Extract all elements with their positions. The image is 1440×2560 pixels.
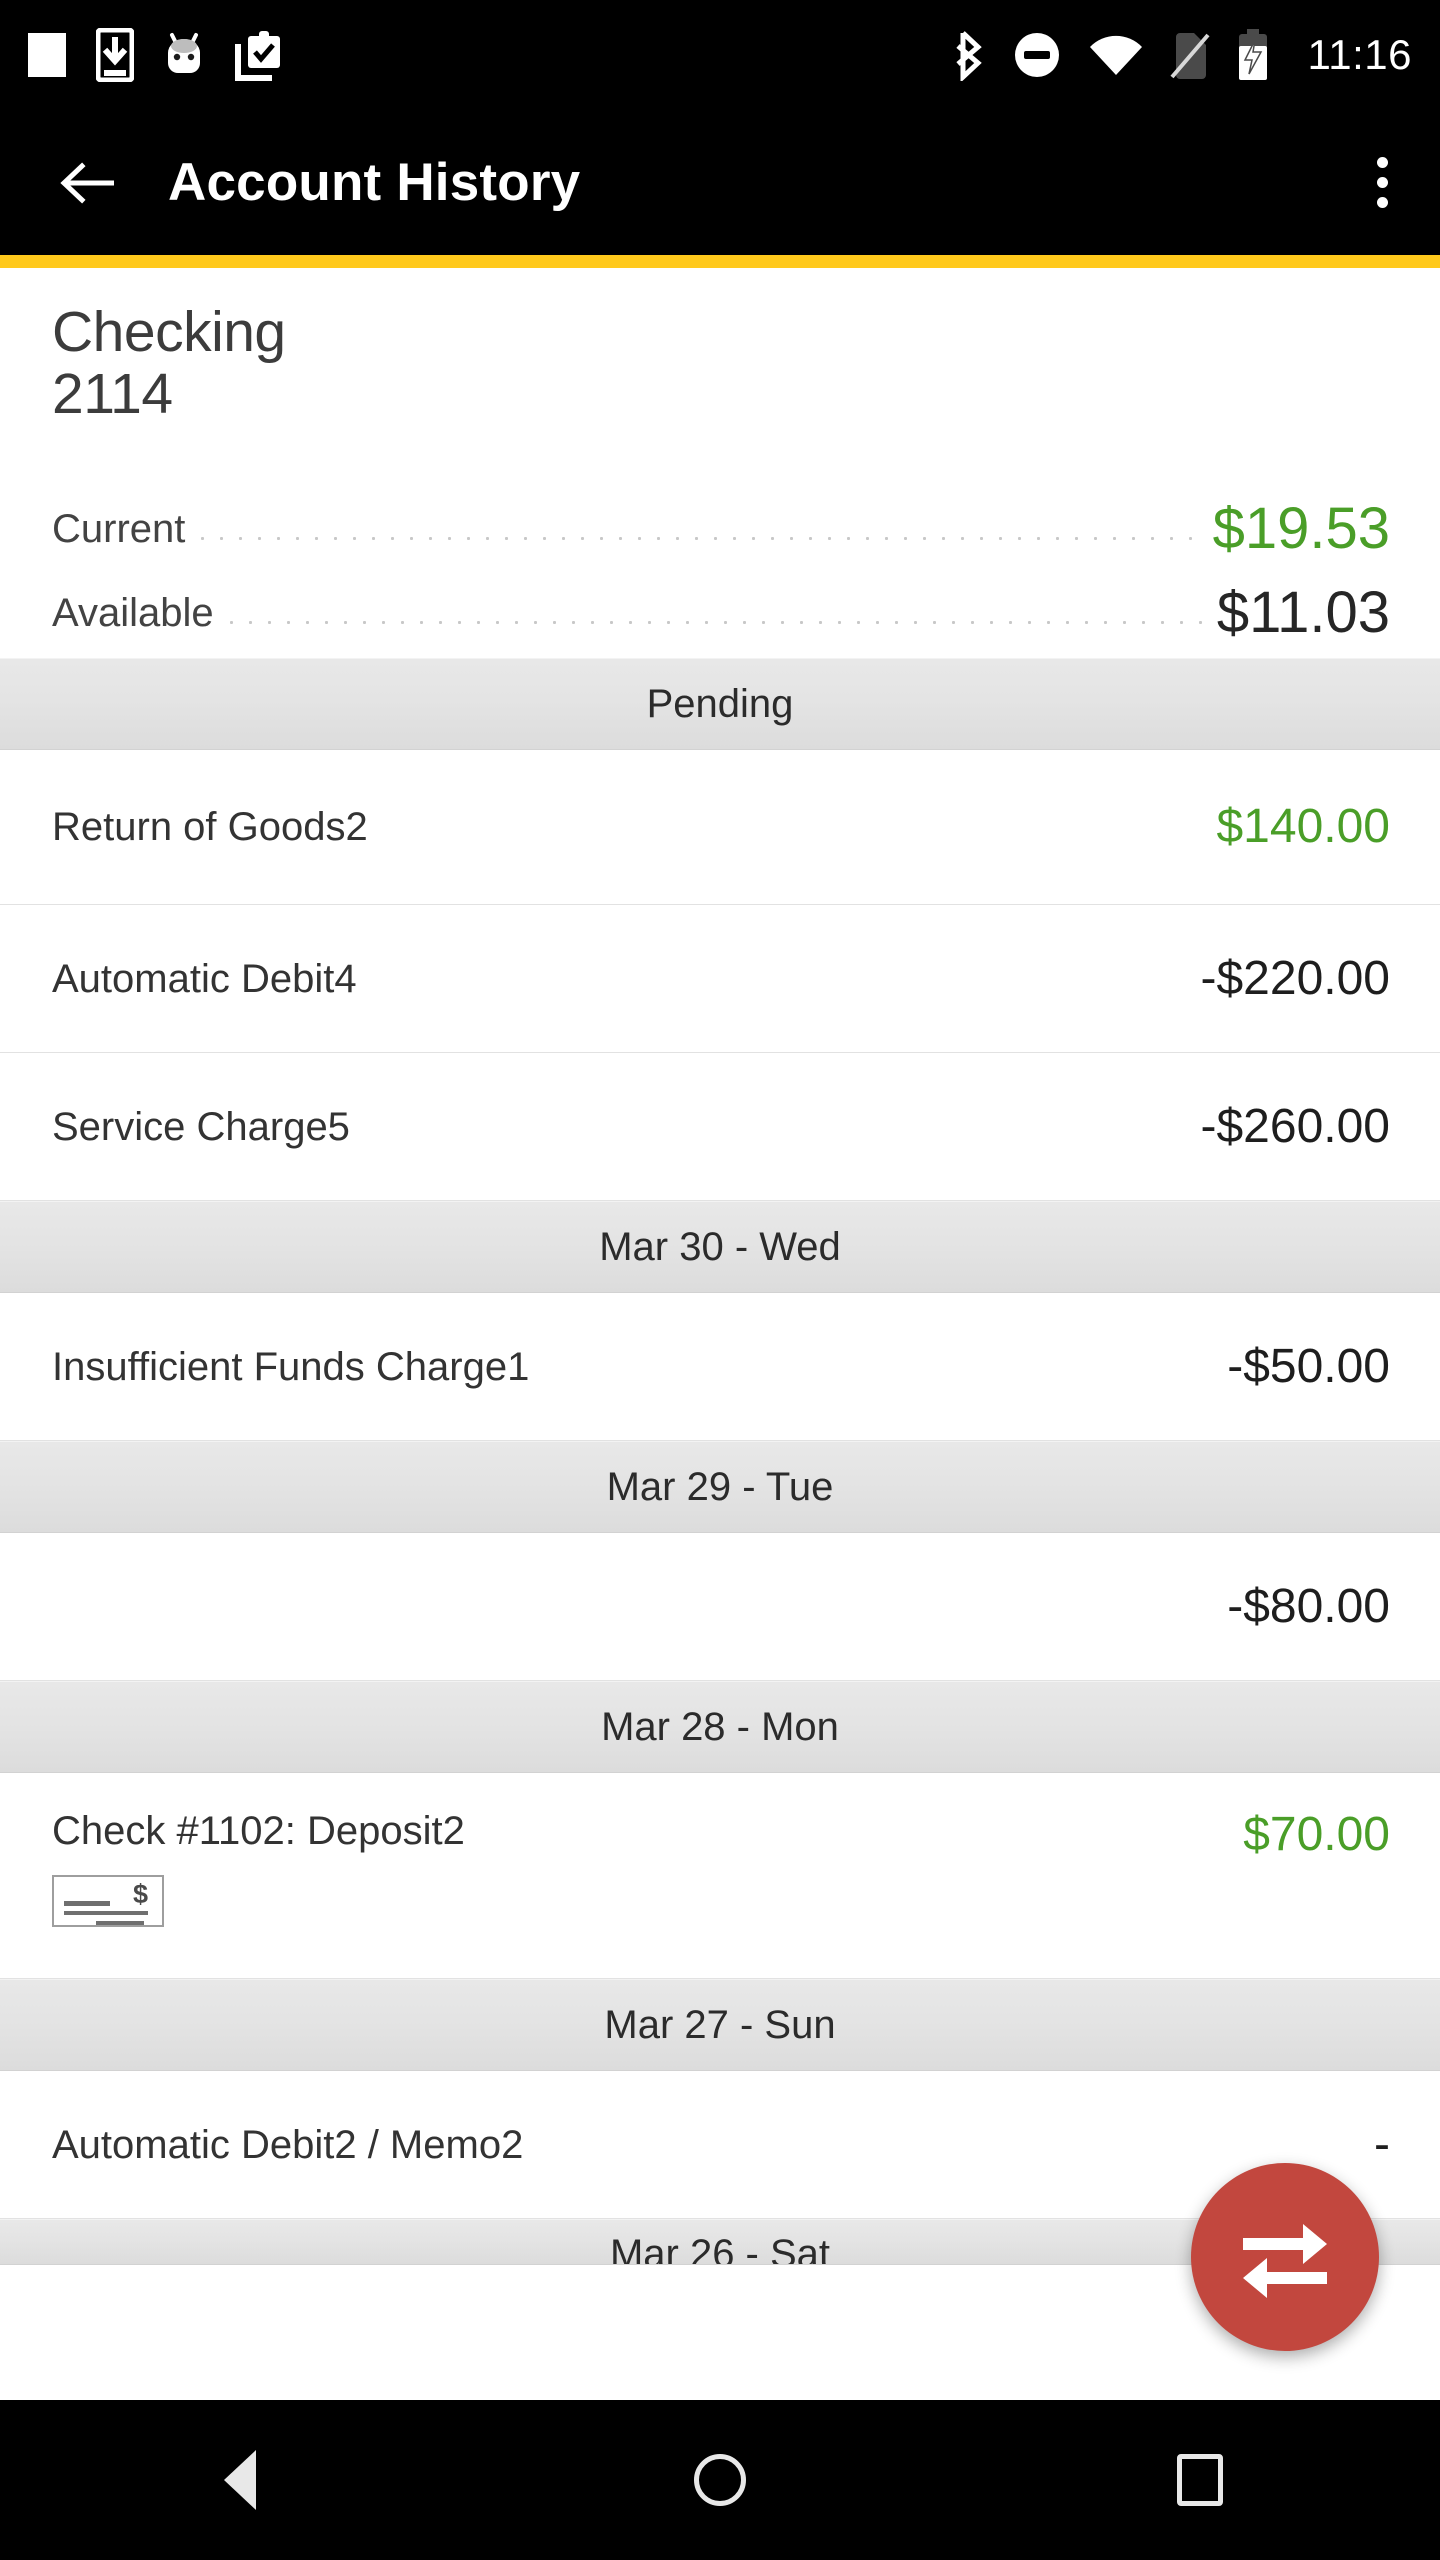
status-bar-system-icons: 11:16 [952, 28, 1413, 82]
balance-amount-available: $11.03 [1216, 580, 1390, 646]
balance-row-available: Available $11.03 [52, 558, 1390, 646]
balance-amount-current: $19.53 [1212, 496, 1390, 562]
dotted-leader [221, 612, 1209, 643]
transaction-amount: -$50.00 [1227, 1339, 1390, 1393]
transfer-arrows-icon [1237, 2216, 1333, 2298]
balance-label-current: Current [52, 507, 186, 552]
check-dollar-symbol: $ [132, 1879, 148, 1910]
check-line [64, 1911, 148, 1916]
back-nav-button[interactable] [140, 2400, 340, 2560]
check-image-icon[interactable]: $ [52, 1875, 164, 1928]
status-bar: 11:16 [0, 0, 1440, 110]
bluetooth-icon [952, 29, 986, 81]
page-title: Account History [168, 153, 581, 212]
overflow-menu-icon[interactable] [1361, 139, 1404, 226]
overflow-dot [1377, 157, 1388, 168]
accent-bar [0, 255, 1440, 268]
overflow-dot [1377, 197, 1388, 208]
section-header-label: Mar 30 - Wed [599, 1224, 841, 1269]
table-row[interactable]: Check #1102: Deposit2 $ $70.00 [0, 1773, 1440, 1980]
check-line [96, 1921, 144, 1926]
status-bar-clock: 11:16 [1307, 31, 1412, 78]
transaction-description: Return of Goods2 [52, 805, 368, 850]
section-header-label: Mar 28 - Mon [601, 1704, 839, 1749]
account-summary-card[interactable]: Checking 2114 Current $19.53 Available $… [0, 268, 1440, 659]
system-navigation-bar [0, 2400, 1440, 2560]
status-bar-notification-icons [26, 28, 284, 82]
transaction-amount: -$260.00 [1200, 1099, 1391, 1153]
transaction-amount: - [1374, 2117, 1390, 2171]
balance-label-available: Available [52, 591, 214, 636]
transaction-amount: $140.00 [1216, 800, 1390, 854]
phone-screen: 11:16 Account History Checking 2114 Curr… [0, 0, 1440, 2560]
wifi-icon [1088, 33, 1144, 77]
android-head-icon [160, 29, 208, 81]
table-row[interactable]: Automatic Debit4 -$220.00 [0, 905, 1440, 1054]
transaction-amount: $70.00 [1243, 1808, 1390, 1862]
back-arrow-icon[interactable] [50, 151, 124, 215]
balance-row-current: Current $19.53 [52, 470, 1390, 562]
no-sim-icon [1169, 29, 1210, 81]
download-to-phone-icon [96, 28, 134, 82]
recents-nav-button[interactable] [1100, 2400, 1300, 2560]
clipboard-check-icon [234, 28, 284, 82]
transaction-description: Service Charge5 [52, 1104, 350, 1149]
do-not-disturb-icon [1012, 30, 1062, 80]
table-row[interactable]: Insufficient Funds Charge1 -$50.00 [0, 1293, 1440, 1442]
table-row[interactable]: Service Charge5 -$260.00 [0, 1053, 1440, 1202]
transaction-amount: -$80.00 [1227, 1579, 1390, 1633]
transaction-description: Automatic Debit2 / Memo2 [52, 2122, 524, 2167]
section-header-label: Pending [646, 681, 794, 726]
square-recents-icon [1177, 2454, 1223, 2506]
overflow-dot [1377, 177, 1388, 188]
table-row[interactable]: Return of Goods2 $140.00 [0, 750, 1440, 906]
triangle-back-icon [224, 2450, 256, 2510]
check-line [64, 1901, 110, 1907]
account-name: Checking [52, 300, 286, 364]
table-row[interactable]: -$80.00 [0, 1533, 1440, 1682]
section-header-mar-29: Mar 29 - Tue [0, 1441, 1440, 1534]
transaction-description: Automatic Debit4 [52, 956, 357, 1001]
battery-charging-icon [1236, 28, 1270, 82]
transaction-amount: -$220.00 [1200, 951, 1391, 1005]
section-header-mar-27: Mar 27 - Sun [0, 1979, 1440, 2072]
transaction-list-scroll[interactable]: Checking 2114 Current $19.53 Available $… [0, 268, 1440, 2400]
dotted-leader [193, 528, 1205, 559]
section-header-label: Mar 29 - Tue [606, 1464, 834, 1509]
section-header-mar-28: Mar 28 - Mon [0, 1681, 1440, 1774]
balance-list: Current $19.53 Available $11.03 [52, 470, 1390, 658]
app-bar: Account History [0, 110, 1440, 255]
blank-notification-icon [26, 29, 70, 81]
section-header-pending: Pending [0, 658, 1440, 751]
transaction-detail-group: Check #1102: Deposit2 $ [52, 1807, 465, 1928]
transfer-fab-button[interactable] [1191, 2163, 1379, 2351]
transaction-description: Check #1102: Deposit2 [52, 1809, 465, 1854]
section-header-label: Mar 27 - Sun [604, 2002, 836, 2047]
section-header-mar-30: Mar 30 - Wed [0, 1201, 1440, 1294]
section-header-label: Mar 26 - Sat [609, 2232, 831, 2266]
account-number: 2114 [52, 362, 173, 426]
transaction-description: Insufficient Funds Charge1 [52, 1344, 530, 1389]
home-nav-button[interactable] [620, 2400, 820, 2560]
circle-home-icon [694, 2454, 746, 2506]
